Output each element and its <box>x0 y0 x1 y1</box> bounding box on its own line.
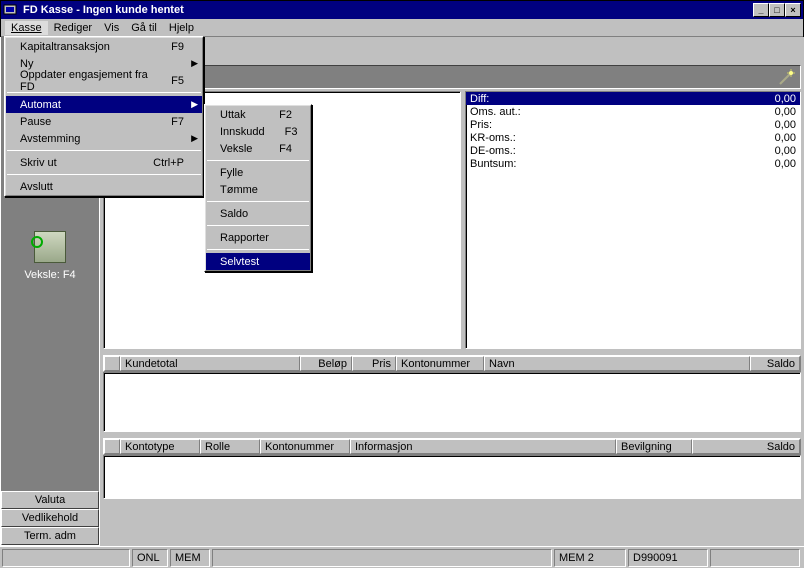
summary-kroms: KR-oms.:0,00 <box>466 131 800 144</box>
status-mem: MEM <box>170 549 210 567</box>
th-kontonummer2[interactable]: Kontonummer <box>260 439 350 454</box>
window-title: FD Kasse - Ingen kunde hentet <box>23 4 753 16</box>
menu-avslutt[interactable]: Avslutt <box>6 178 202 195</box>
table2-body[interactable] <box>103 455 801 499</box>
menubar: Kasse Rediger Vis Gå til Hjelp <box>1 19 803 37</box>
summary-box: Diff:0,00 Oms. aut.:0,00 Pris:0,00 KR-om… <box>465 91 801 349</box>
statusbar: ONL MEM MEM 2 D990091 <box>0 546 804 568</box>
chevron-right-icon: ▶ <box>191 133 198 144</box>
submenu-uttak[interactable]: UttakF2 <box>206 106 310 123</box>
summary-pris: Pris:0,00 <box>466 118 800 131</box>
menu-pause[interactable]: PauseF7 <box>6 113 202 130</box>
menu-avstemming[interactable]: Avstemming▶ <box>6 130 202 147</box>
table1-body[interactable] <box>103 372 801 432</box>
wand-icon[interactable] <box>778 68 796 86</box>
summary-buntsum: Buntsum:0,00 <box>466 157 800 170</box>
status-mem2: MEM 2 <box>554 549 626 567</box>
th-pris[interactable]: Pris <box>352 356 396 371</box>
app-icon <box>3 3 19 17</box>
submenu-fylle[interactable]: Fylle <box>206 164 310 181</box>
titlebar: FD Kasse - Ingen kunde hentet _ □ × <box>1 1 803 19</box>
th-bevilgning[interactable]: Bevilgning <box>616 439 692 454</box>
th-kundetotal[interactable]: Kundetotal <box>120 356 300 371</box>
menu-hjelp[interactable]: Hjelp <box>163 21 200 35</box>
status-code: D990091 <box>628 549 708 567</box>
chevron-right-icon: ▶ <box>191 58 198 69</box>
menu-automat[interactable]: Automat▶ <box>6 96 202 113</box>
menu-kapitaltransaksjon[interactable]: KapitaltransaksjonF9 <box>6 38 202 55</box>
table1-header: Kundetotal Beløp Pris Kontonummer Navn S… <box>103 355 801 372</box>
th-saldo2[interactable]: Saldo <box>692 439 800 454</box>
status-onl: ONL <box>132 549 168 567</box>
status-blank1 <box>2 549 130 567</box>
submenu-rapporter[interactable]: Rapporter <box>206 229 310 246</box>
status-blank3 <box>710 549 800 567</box>
maximize-button[interactable]: □ <box>769 3 785 17</box>
menu-rediger[interactable]: Rediger <box>48 21 99 35</box>
submenu-saldo[interactable]: Saldo <box>206 205 310 222</box>
chevron-right-icon: ▶ <box>191 99 198 110</box>
th-navn[interactable]: Navn <box>484 356 750 371</box>
veksle-label: Veksle: F4 <box>24 269 75 281</box>
th-rolle[interactable]: Rolle <box>200 439 260 454</box>
submenu-selvtest[interactable]: Selvtest <box>206 253 310 270</box>
summary-diff: Diff:0,00 <box>466 92 800 105</box>
veksle-icon[interactable] <box>34 231 66 263</box>
th-kontotype[interactable]: Kontotype <box>120 439 200 454</box>
toolbar-dark <box>103 65 801 89</box>
menu-kasse[interactable]: Kasse <box>5 21 48 35</box>
sidebar-btn-valuta[interactable]: Valuta <box>1 491 99 509</box>
sidebar-btn-termadm[interactable]: Term. adm <box>1 527 99 545</box>
table2-header: Kontotype Rolle Kontonummer Informasjon … <box>103 438 801 455</box>
menu-oppdater[interactable]: Oppdater engasjement fra FDF5 <box>6 72 202 89</box>
status-blank2 <box>212 549 552 567</box>
minimize-button[interactable]: _ <box>753 3 769 17</box>
close-button[interactable]: × <box>785 3 801 17</box>
dropdown-kasse: KapitaltransaksjonF9 Ny▶ Oppdater engasj… <box>4 36 204 197</box>
sidebar-btn-vedlikehold[interactable]: Vedlikehold <box>1 509 99 527</box>
th-kontonummer[interactable]: Kontonummer <box>396 356 484 371</box>
submenu-innskudd[interactable]: InnskuddF3 <box>206 123 310 140</box>
summary-deoms: DE-oms.:0,00 <box>466 144 800 157</box>
th-saldo[interactable]: Saldo <box>750 356 800 371</box>
summary-omsaut: Oms. aut.:0,00 <box>466 105 800 118</box>
submenu-veksle[interactable]: VeksleF4 <box>206 140 310 157</box>
menu-gatil[interactable]: Gå til <box>125 21 163 35</box>
submenu-tomme[interactable]: Tømme <box>206 181 310 198</box>
th-belop[interactable]: Beløp <box>300 356 352 371</box>
menu-skrivut[interactable]: Skriv utCtrl+P <box>6 154 202 171</box>
menu-vis[interactable]: Vis <box>98 21 125 35</box>
th-informasjon[interactable]: Informasjon <box>350 439 616 454</box>
submenu-automat: UttakF2 InnskuddF3 VeksleF4 Fylle Tømme … <box>204 104 312 272</box>
